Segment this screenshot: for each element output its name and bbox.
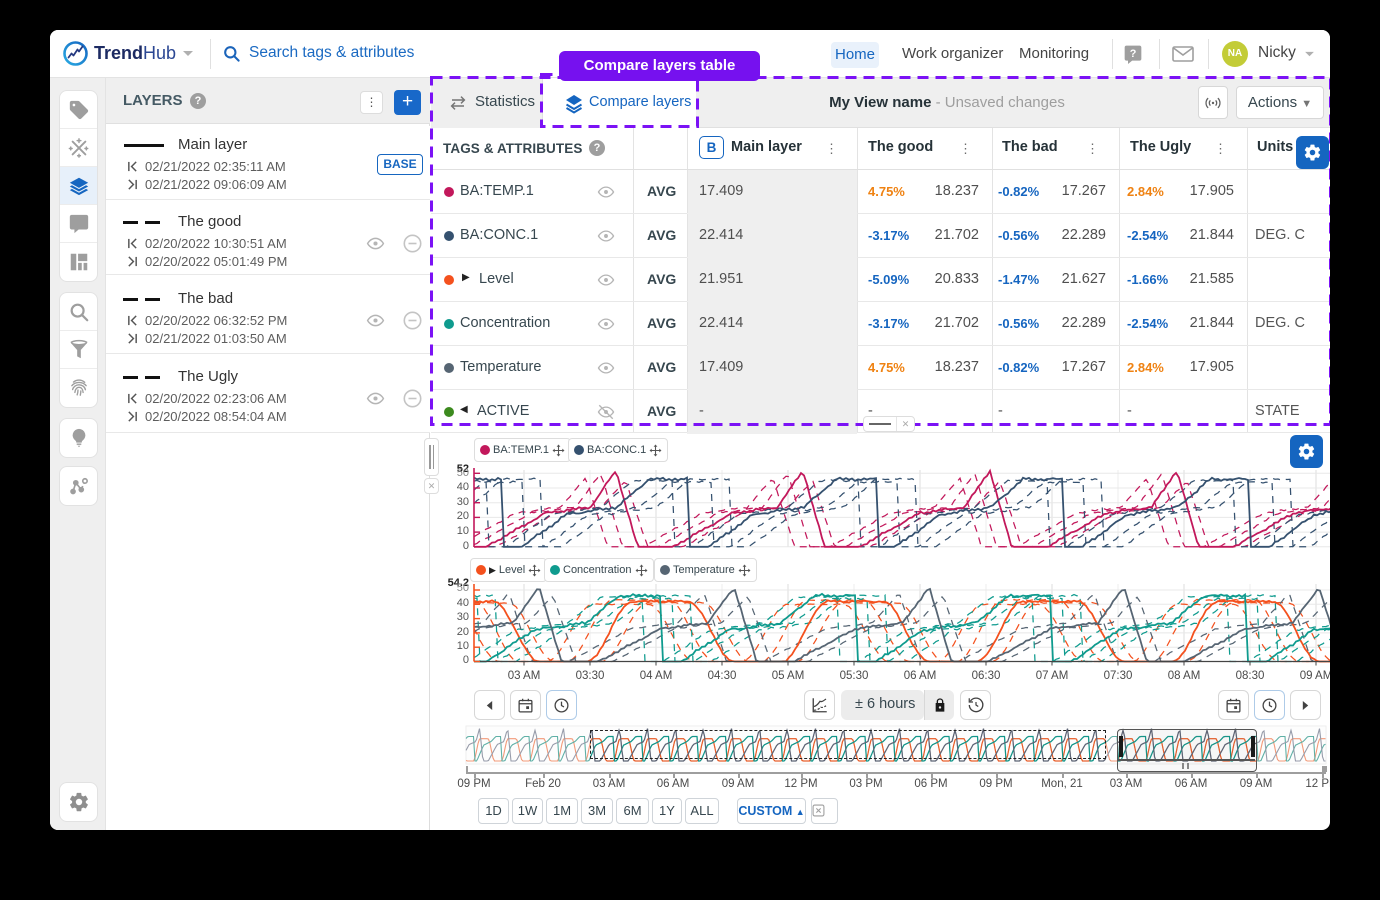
svg-text:?: ?	[1130, 48, 1137, 60]
